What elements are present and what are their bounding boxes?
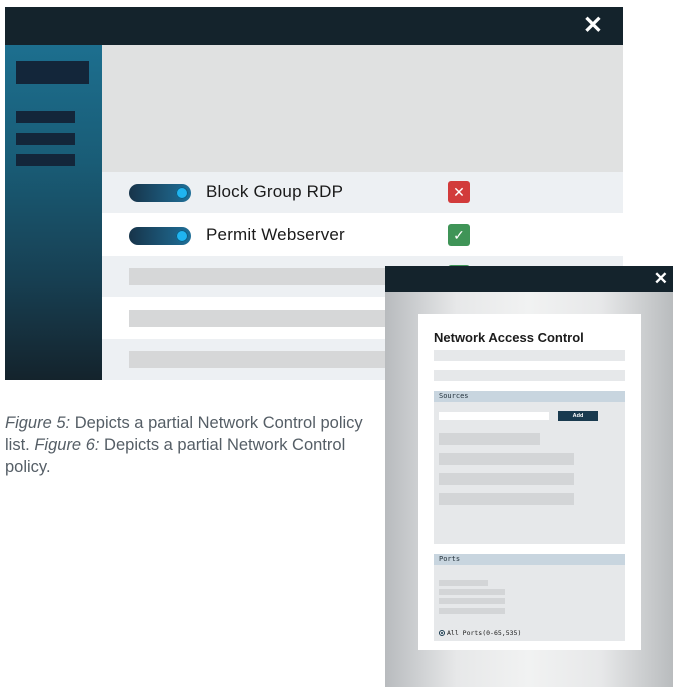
name-field[interactable] [434,350,625,361]
ports-header: Ports [434,554,625,565]
all-ports-radio-row[interactable]: All Ports(0-65,535) [439,629,521,637]
source-list-item [439,433,540,445]
close-icon[interactable]: ✕ [654,270,668,287]
sources-header: Sources [434,391,625,402]
ports-section: Ports All Ports(0-65,535) [434,554,625,641]
source-list-item [439,453,574,465]
port-option-line [439,598,505,604]
figure-5-label: Figure 5: [5,414,71,432]
port-option-line [439,608,505,614]
source-list-item [439,493,574,505]
policy-detail-frame: Network Access Control Sources Add Ports [385,292,673,687]
sidebar-item-2[interactable] [16,133,75,145]
policy-list-titlebar: ✕ [5,7,623,45]
add-source-button[interactable]: Add [558,411,598,421]
port-option-line [439,589,505,595]
policy-detail-panel: Network Access Control Sources Add Ports [418,314,641,650]
source-input[interactable] [439,412,549,420]
policy-detail-titlebar: ✕ [385,266,673,292]
policy-detail-window: ✕ Network Access Control Sources Add Por… [385,266,673,687]
figure-6-label: Figure 6: [34,436,100,454]
port-option-line [439,580,488,586]
sidebar-item-1[interactable] [16,111,75,123]
sidebar [5,45,102,380]
all-ports-label: All Ports(0-65,535) [447,629,522,637]
sidebar-logo-placeholder [16,61,89,84]
sources-section: Sources Add [434,391,625,544]
sidebar-item-3[interactable] [16,154,75,166]
page-title: Network Access Control [434,330,584,345]
radio-selected-icon[interactable] [439,630,445,636]
close-icon[interactable]: ✕ [583,14,603,38]
figure-caption: Figure 5: Depicts a partial Network Cont… [5,412,365,478]
source-list-item [439,473,574,485]
description-field[interactable] [434,370,625,381]
